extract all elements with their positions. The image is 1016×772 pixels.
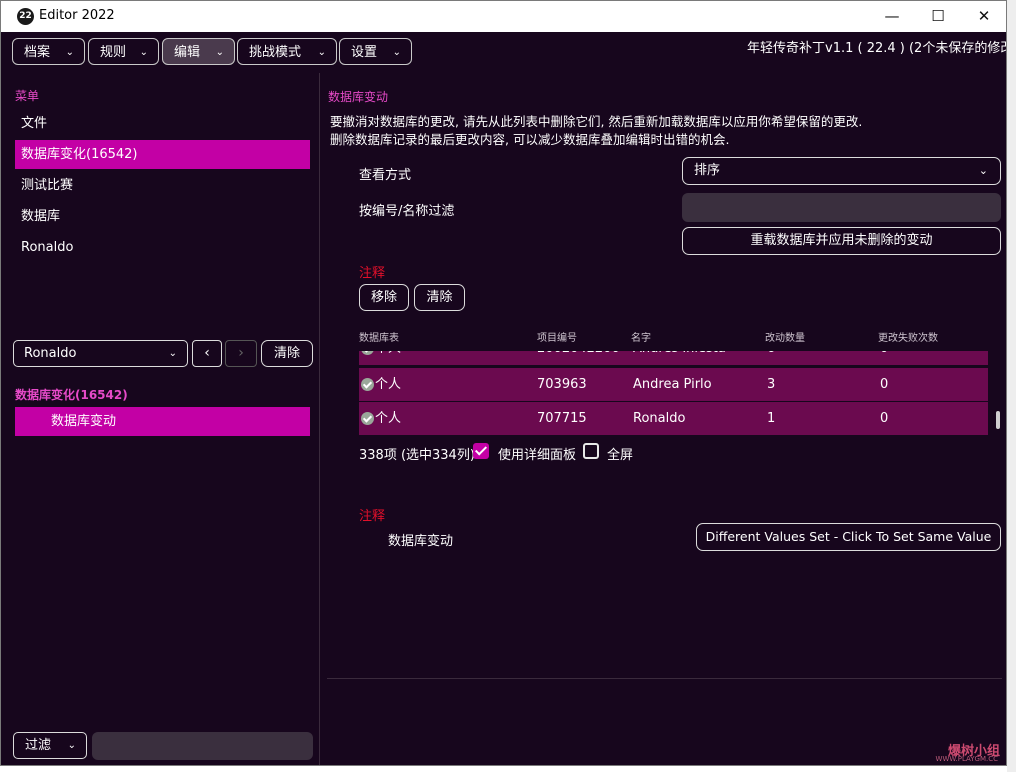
table-row[interactable]: 个人 2002042200 Andres Iniesta 6 0 (359, 351, 988, 365)
chevron-down-icon: ⌄ (67, 740, 76, 751)
menu-archive[interactable]: 档案 ⌄ (12, 38, 85, 65)
check-icon (361, 378, 374, 391)
menu-item-db-change-detail[interactable]: 数据库变动 (15, 407, 310, 436)
cell-table: 个人 (375, 377, 402, 392)
view-mode-dropdown[interactable]: 排序 ⌄ (682, 157, 1001, 185)
check-icon (361, 351, 374, 355)
menu-item-file[interactable]: 文件 (15, 109, 310, 138)
minimize-button[interactable]: — (869, 1, 915, 32)
column-header-table[interactable]: 数据库表 (359, 329, 399, 344)
cell-id: 703963 (537, 377, 587, 392)
column-header-id[interactable]: 项目编号 (537, 329, 577, 344)
menu-item-database[interactable]: 数据库 (15, 202, 310, 231)
title-bar: 22 Editor 2022 — ☐ ✕ (1, 1, 1006, 32)
filter-dropdown-label: 过滤 (25, 738, 52, 753)
cell-changes: 6 (767, 351, 775, 365)
panel-header: 数据库变动 (328, 90, 389, 104)
chevron-down-icon: ⌄ (65, 47, 74, 58)
description-line-2: 删除数据库记录的最后更改内容, 可以减少数据库叠加编辑时出错的机会. (330, 132, 730, 147)
column-header-name[interactable]: 名字 (631, 329, 651, 344)
menu-section-title: 菜单 (15, 89, 40, 103)
detail-panel-checkbox[interactable] (473, 443, 489, 459)
panel-divider (319, 73, 320, 765)
app-window: 22 Editor 2022 — ☐ ✕ 档案 ⌄ 规则 ⌄ 编辑 ⌄ 挑战模式… (0, 0, 1007, 766)
remove-button[interactable]: 移除 (359, 284, 409, 311)
menu-edit-label: 编辑 (174, 45, 201, 60)
forward-button[interactable]: › (225, 340, 257, 367)
chevron-down-icon: ⌄ (215, 47, 224, 58)
summary-text: 338项 (选中334列) (359, 448, 475, 463)
chevron-down-icon: ⌄ (392, 47, 401, 58)
cell-name: Andrea Pirlo (633, 377, 712, 392)
fullscreen-checkbox[interactable] (583, 443, 599, 459)
column-header-fails[interactable]: 更改失败次数 (878, 329, 938, 344)
cell-changes: 3 (767, 377, 776, 392)
menu-item-ronaldo[interactable]: Ronaldo (15, 233, 310, 262)
menu-archive-label: 档案 (24, 45, 51, 60)
menu-challenge-label: 挑战模式 (249, 45, 302, 60)
note-label-2: 注释 (359, 509, 386, 524)
chevron-down-icon: ⌄ (978, 164, 988, 177)
filter-input[interactable] (92, 732, 313, 760)
filter-dropdown[interactable]: 过滤 ⌄ (13, 732, 87, 759)
table-row[interactable]: 个人 703963 Andrea Pirlo 3 0 (359, 368, 988, 401)
menu-edit[interactable]: 编辑 ⌄ (162, 38, 235, 65)
detail-panel-label: 使用详细面板 (498, 448, 577, 463)
changes-table: 个人 2002042200 Andres Iniesta 6 0 个人 7039… (321, 351, 1006, 437)
filter-by-label: 按编号/名称过滤 (359, 204, 455, 219)
chevron-down-icon: ⌄ (139, 47, 148, 58)
right-panel: 数据库变动 要撤消对数据库的更改, 请先从此列表中删除它们, 然后重新加载数据库… (321, 71, 1006, 765)
cell-table: 个人 (375, 411, 402, 426)
version-info: 年轻传奇补丁v1.1 ( 22.4 ) (2个未保存的修改) (747, 41, 1007, 56)
description-line-1: 要撤消对数据库的更改, 请先从此列表中删除它们, 然后重新加载数据库以应用你希望… (330, 114, 863, 129)
menu-settings[interactable]: 设置 ⌄ (339, 38, 412, 65)
table-scrollbar[interactable] (996, 411, 1000, 429)
menu-challenge-mode[interactable]: 挑战模式 ⌄ (237, 38, 337, 65)
check-icon (361, 412, 374, 425)
detail-field-label: 数据库变动 (388, 534, 454, 549)
chevron-down-icon: ⌄ (168, 348, 177, 359)
left-panel: 菜单 文件 数据库变化(16542) 测试比赛 数据库 Ronaldo Rona… (1, 71, 319, 765)
history-combo-value: Ronaldo (24, 346, 77, 361)
chevron-down-icon: ⌄ (317, 47, 326, 58)
cell-fails: 0 (880, 377, 889, 392)
view-mode-value: 排序 (694, 163, 721, 178)
reload-database-button[interactable]: 重载数据库并应用未删除的变动 (682, 227, 1001, 255)
cell-table: 个人 (375, 351, 401, 365)
column-header-changes[interactable]: 改动数量 (765, 329, 805, 344)
cell-fails: 0 (880, 411, 889, 426)
menu-item-test-match[interactable]: 测试比赛 (15, 171, 310, 200)
bottom-divider (327, 678, 1002, 679)
cell-id: 707715 (537, 411, 587, 426)
cell-id: 2002042200 (537, 351, 620, 365)
cell-changes: 1 (767, 411, 776, 426)
history-clear-button[interactable]: 清除 (261, 340, 313, 367)
menu-item-db-changes[interactable]: 数据库变化(16542) (15, 140, 310, 169)
menu-rules-label: 规则 (100, 45, 127, 60)
clear-button[interactable]: 清除 (414, 284, 465, 311)
watermark-url: WWW.PLAYGM.CC (935, 755, 998, 763)
set-same-value-button[interactable]: Different Values Set - Click To Set Same… (696, 523, 1001, 551)
note-label: 注释 (359, 266, 386, 281)
back-button[interactable]: ‹ (192, 340, 222, 367)
db-changes-section-title: 数据库变化(16542) (15, 388, 128, 402)
close-button[interactable]: ✕ (961, 1, 1006, 32)
maximize-button[interactable]: ☐ (915, 1, 961, 32)
filter-by-input[interactable] (682, 193, 1001, 222)
window-title: Editor 2022 (39, 8, 115, 23)
fullscreen-label: 全屏 (607, 448, 634, 463)
menu-settings-label: 设置 (351, 45, 378, 60)
cell-fails: 0 (880, 351, 888, 365)
cell-name: Ronaldo (633, 411, 686, 426)
view-mode-label: 查看方式 (359, 168, 412, 183)
app-logo-icon: 22 (17, 8, 34, 25)
cell-name: Andres Iniesta (633, 351, 726, 365)
menu-rules[interactable]: 规则 ⌄ (88, 38, 159, 65)
background-strip (1007, 0, 1016, 772)
history-combo[interactable]: Ronaldo ⌄ (13, 340, 188, 367)
table-row[interactable]: 个人 707715 Ronaldo 1 0 (359, 402, 988, 435)
